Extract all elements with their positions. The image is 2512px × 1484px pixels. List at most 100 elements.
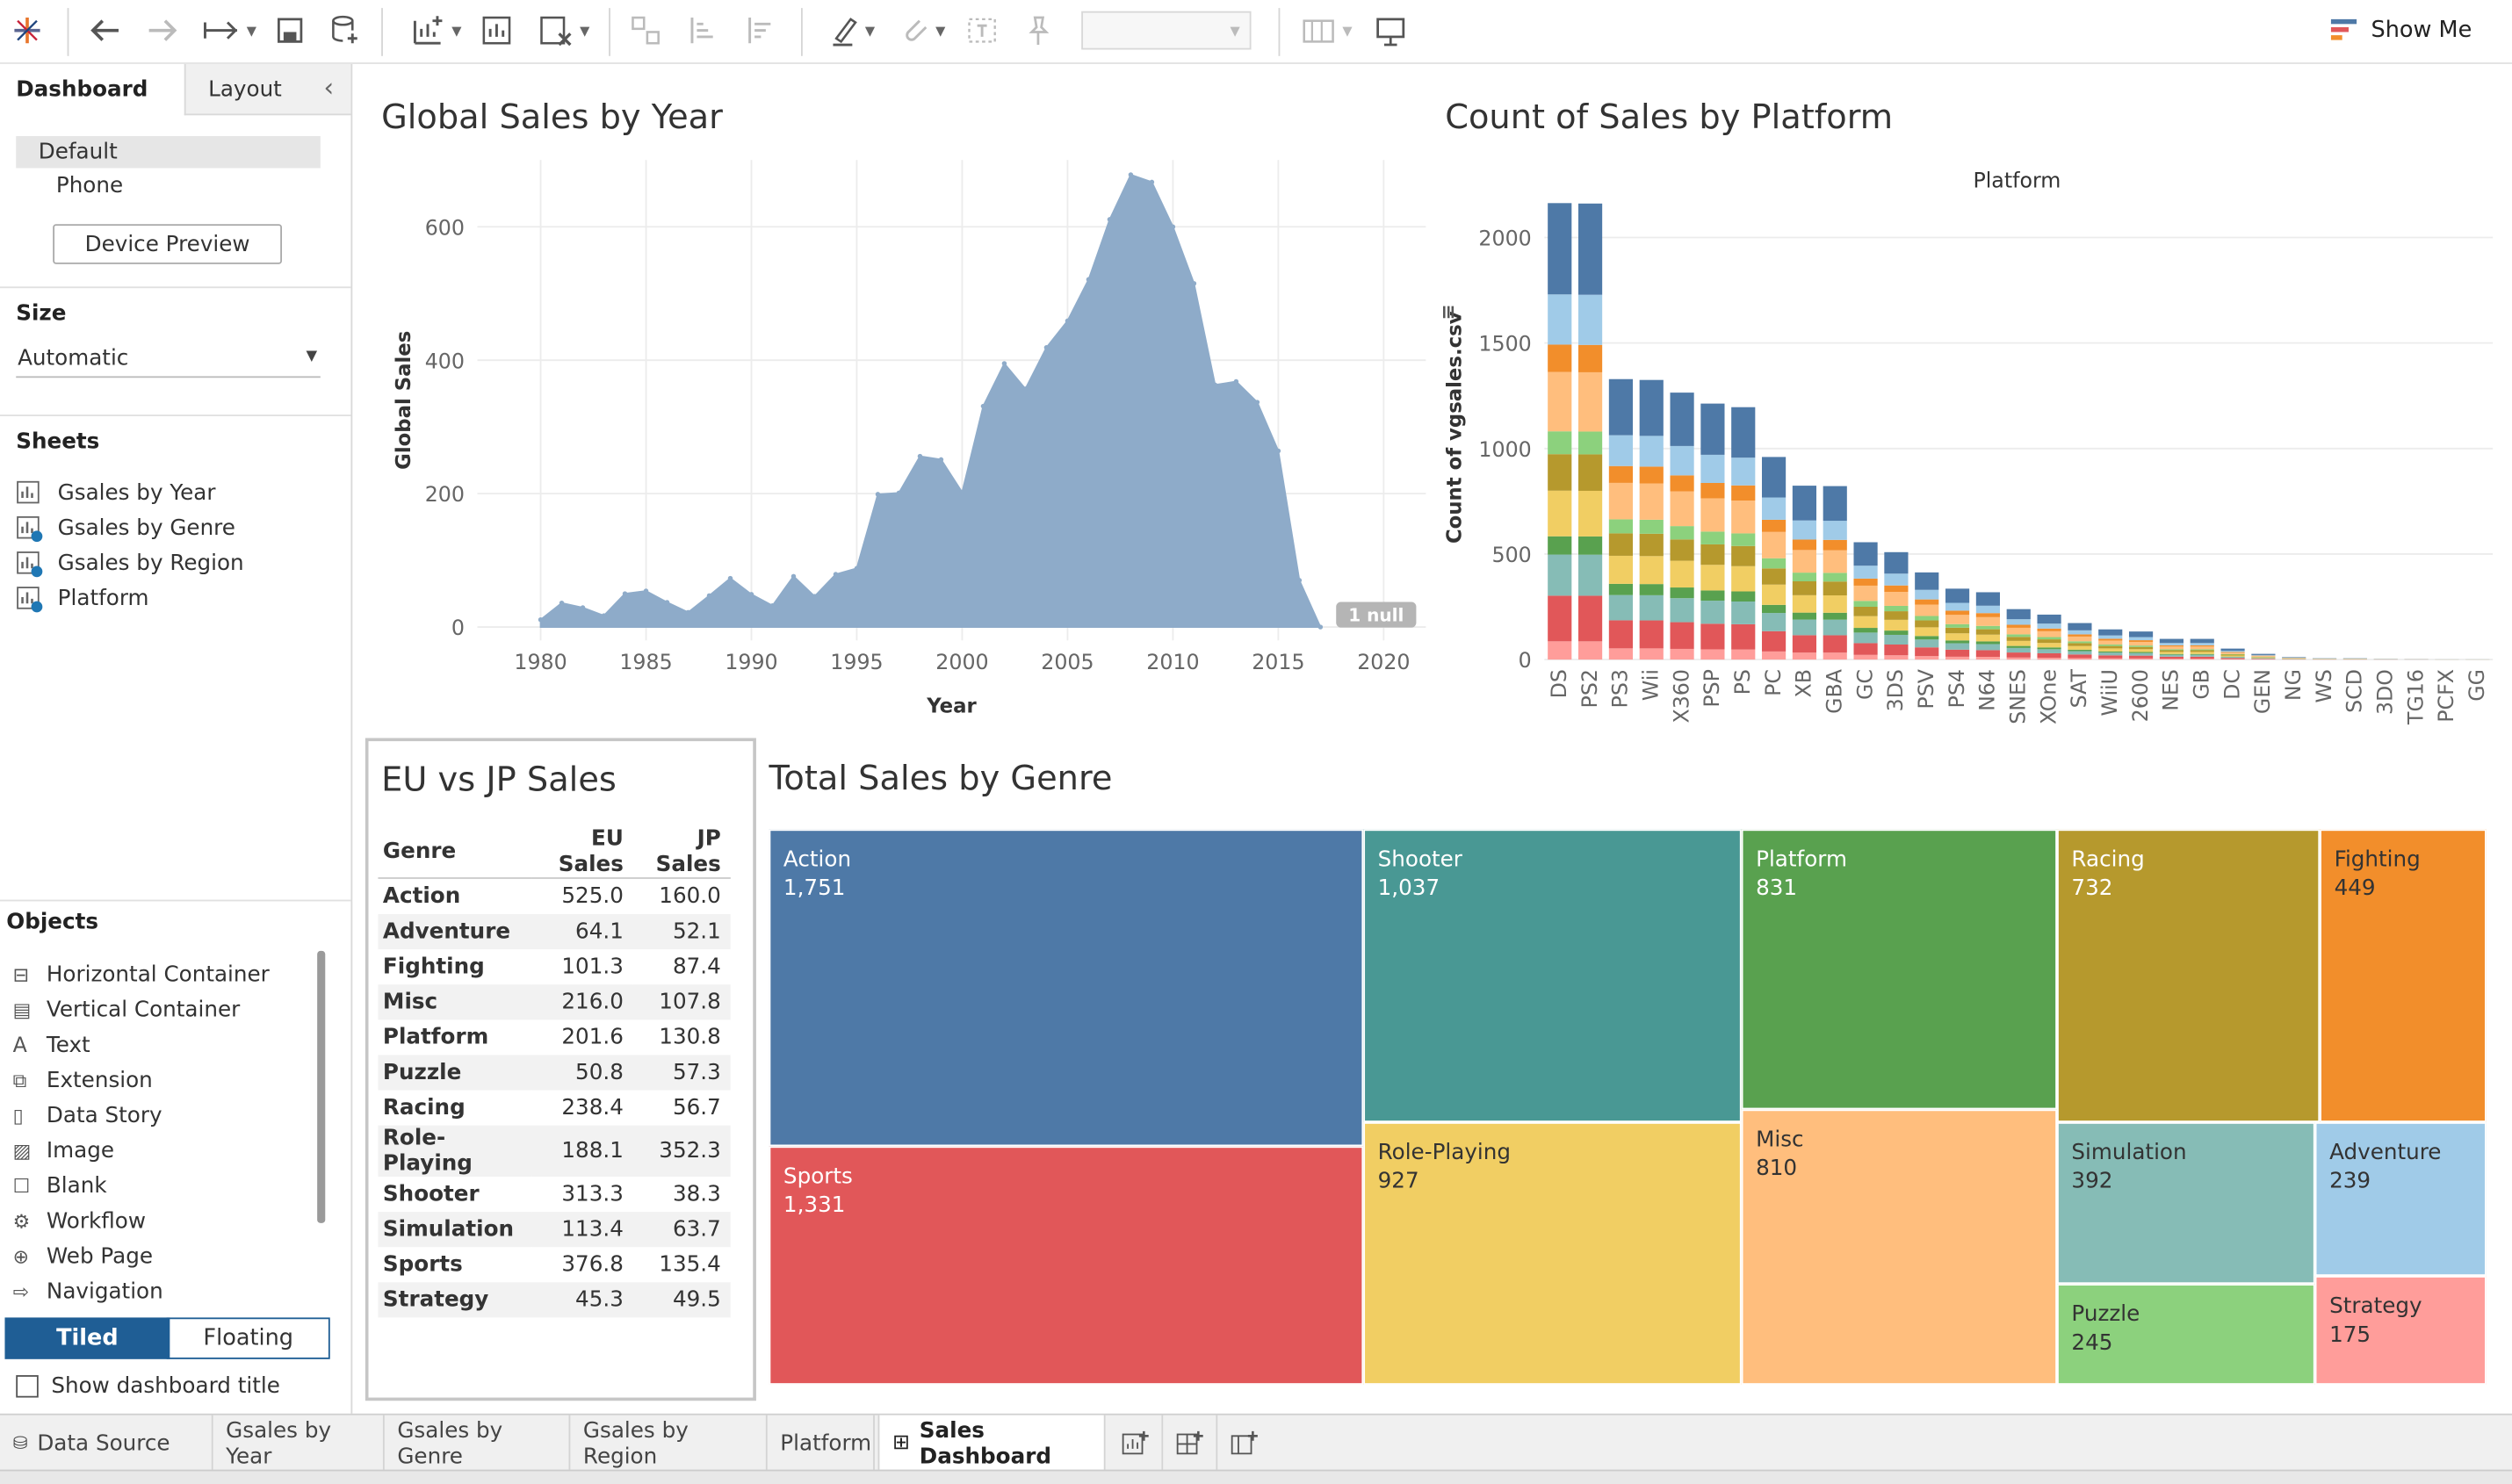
bar-segment <box>2128 637 2154 641</box>
bar-segment <box>1670 560 1694 588</box>
tab-dashboard[interactable]: Dashboard <box>0 63 184 116</box>
eu-vs-jp-sheet[interactable]: EU vs JP Sales Genre EU Sales JP Sales A… <box>365 738 756 1401</box>
data-point <box>1254 400 1260 405</box>
treemap-cell-strategy[interactable]: Strategy 175 <box>2314 1276 2487 1385</box>
global-sales-area-chart[interactable]: 1980 1985 1990 1995 2000 2005 2010 2015 2020 0 200… <box>362 148 1435 737</box>
pin-axes-icon[interactable] <box>1019 10 1057 51</box>
new-dashboard-tab-icon[interactable] <box>1163 1415 1218 1472</box>
sheet-item-gsales-by-genre[interactable]: Gsales by Genre <box>16 511 235 546</box>
object-text[interactable]: A Text <box>13 1027 90 1063</box>
clear-sheet-icon[interactable]: ▼ <box>529 10 599 51</box>
treemap-cell-sports[interactable]: Sports 1,331 <box>769 1146 1364 1385</box>
treemap-cell-platform[interactable]: Platform 831 <box>1741 829 2058 1110</box>
new-story-tab-icon[interactable] <box>1217 1416 1272 1472</box>
treemap-cell-adventure[interactable]: Adventure 239 <box>2314 1121 2487 1277</box>
redo-icon[interactable] <box>142 10 181 51</box>
sheet-item-gsales-by-year[interactable]: Gsales by Year <box>16 475 215 510</box>
tab-label: Sales Dashboard <box>919 1417 1051 1469</box>
show-dashboard-title-checkbox[interactable]: Show dashboard title <box>16 1373 280 1399</box>
new-worksheet-tab-icon[interactable] <box>1108 1415 1164 1472</box>
object-image[interactable]: ▨ Image <box>13 1134 114 1169</box>
treemap-cell-racing[interactable]: Racing 732 <box>2057 829 2321 1122</box>
swap-rows-columns-icon[interactable] <box>628 10 663 51</box>
table-row[interactable]: Action 525.0 160.0 <box>378 878 730 913</box>
object-extension[interactable]: ⧉ Extension <box>13 1063 153 1099</box>
column-header-jp-sales[interactable]: JP Sales <box>632 825 731 879</box>
x-tick-label: 2005 <box>1041 650 1094 674</box>
tiled-toggle[interactable]: Tiled <box>4 1317 170 1359</box>
object-horizontal-container[interactable]: ⊟ Horizontal Container <box>13 957 270 992</box>
floating-toggle[interactable]: Floating <box>166 1317 330 1359</box>
presentation-mode-icon[interactable] <box>1371 10 1410 51</box>
duplicate-sheet-icon[interactable] <box>478 10 516 51</box>
group-members-icon[interactable]: ▼ <box>891 10 955 51</box>
objects-scrollbar[interactable] <box>317 950 326 1223</box>
treemap-cell-puzzle[interactable]: Puzzle 245 <box>2057 1284 2315 1385</box>
bar-segment <box>2006 634 2031 638</box>
bar-segment <box>1608 378 1634 436</box>
table-row[interactable]: Role-Playing 188.1 352.3 <box>378 1124 731 1177</box>
table-row[interactable]: Puzzle 50.8 57.3 <box>378 1054 731 1090</box>
treemap-cell-simulation[interactable]: Simulation 392 <box>2057 1121 2315 1285</box>
treemap-cell-misc[interactable]: Misc 810 <box>1741 1109 2058 1385</box>
object-vertical-container[interactable]: ▤ Vertical Container <box>13 992 241 1027</box>
treemap-cell-shooter[interactable]: Shooter 1,037 <box>1363 829 1742 1122</box>
genre-treemap[interactable]: Action 1,751 Sports 1,331 Shooter 1,037 Role-P… <box>769 829 2487 1385</box>
column-header-eu-sales[interactable]: EU Sales <box>531 825 633 879</box>
sort-descending-icon[interactable] <box>742 10 777 51</box>
object-navigation[interactable]: ⇨ Navigation <box>13 1274 163 1309</box>
data-point <box>812 594 818 599</box>
new-worksheet-icon[interactable]: ▼ <box>401 10 471 51</box>
table-row[interactable]: Strategy 45.3 49.5 <box>378 1281 731 1317</box>
table-row[interactable]: Racing 238.4 56.7 <box>378 1090 730 1125</box>
device-default[interactable]: Default <box>16 135 321 169</box>
treemap-cell-value: 732 <box>2071 875 2113 902</box>
object-workflow[interactable]: ⚙ Workflow <box>13 1204 146 1239</box>
tab-gsales-by-year[interactable]: Gsales by Year <box>213 1415 385 1472</box>
new-data-source-icon[interactable] <box>327 10 362 51</box>
size-dropdown[interactable]: Automatic ▼ <box>16 342 321 378</box>
treemap-cell-label: Sports <box>783 1163 853 1190</box>
collapse-pane-icon[interactable]: ‹ <box>323 72 334 103</box>
treemap-cell-role-playing[interactable]: Role-Playing 927 <box>1363 1121 1742 1385</box>
tab-gsales-by-region[interactable]: Gsales by Region <box>570 1415 768 1472</box>
tab-sales-dashboard[interactable]: ⊞ Sales Dashboard <box>877 1415 1106 1472</box>
table-row[interactable]: Simulation 113.4 63.7 <box>378 1211 731 1247</box>
data-point <box>1107 217 1113 222</box>
show-mark-labels-icon[interactable] <box>963 10 1001 51</box>
table-row[interactable]: Adventure 64.1 52.1 <box>378 913 731 949</box>
table-row[interactable]: Fighting 101.3 87.4 <box>378 948 730 983</box>
object-web-page[interactable]: ⊕ Web Page <box>13 1239 153 1274</box>
undo-icon[interactable] <box>86 10 125 51</box>
sort-ascending-icon[interactable] <box>684 10 719 51</box>
show-me-button[interactable]: Show Me <box>2329 10 2506 51</box>
show-cards-icon[interactable]: ▼ <box>1295 10 1359 51</box>
tab-platform[interactable]: Platform <box>768 1415 875 1472</box>
sheet-item-gsales-by-region[interactable]: Gsales by Region <box>16 546 244 581</box>
device-preview-button[interactable]: Device Preview <box>53 224 283 264</box>
object-data-story[interactable]: ▯ Data Story <box>13 1099 162 1134</box>
device-phone[interactable]: Phone <box>56 173 123 198</box>
data-point <box>959 489 965 495</box>
data-point <box>938 457 944 463</box>
table-row[interactable]: Shooter 313.3 38.3 <box>378 1176 730 1211</box>
tab-data-source[interactable]: ⛁ Data Source <box>0 1415 213 1472</box>
highlight-icon[interactable]: ▼ <box>820 10 884 51</box>
table-row[interactable]: Misc 216.0 107.8 <box>378 983 731 1019</box>
platform-stacked-bar-chart[interactable]: Platform DS PS2 PS3 Wii X360 PSP PS PC XB GBA GC 3DS… <box>1435 148 2512 737</box>
tableau-logo-icon[interactable] <box>8 10 47 51</box>
tab-layout[interactable]: Layout ‹ <box>184 63 351 116</box>
sheet-item-platform[interactable]: Platform <box>16 581 149 616</box>
object-blank[interactable]: ☐ Blank <box>13 1169 107 1204</box>
column-header-genre[interactable]: Genre <box>378 825 532 879</box>
table-row[interactable]: Sports 376.8 135.4 <box>378 1246 730 1281</box>
treemap-cell-fighting[interactable]: Fighting 449 <box>2320 829 2487 1122</box>
replay-icon[interactable]: ▼ <box>196 10 263 51</box>
tab-gsales-by-genre[interactable]: Gsales by Genre <box>385 1415 571 1472</box>
bar-segment <box>1700 531 1725 544</box>
fit-dropdown[interactable]: ▼ <box>1081 11 1252 50</box>
treemap-cell-action[interactable]: Action 1,751 <box>769 829 1364 1147</box>
table-row[interactable]: Platform 201.6 130.8 <box>378 1019 730 1054</box>
save-icon[interactable] <box>272 10 307 51</box>
bar-segment <box>1670 539 1694 561</box>
